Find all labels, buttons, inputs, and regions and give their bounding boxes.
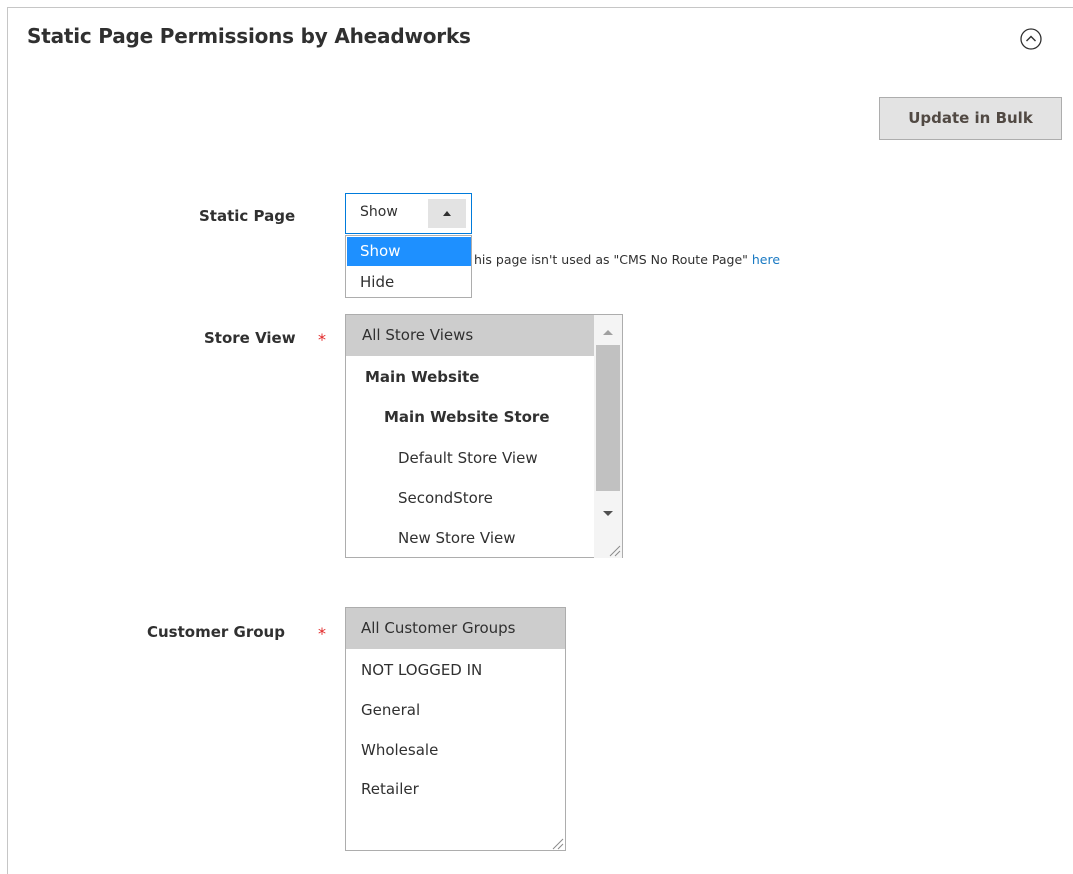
note-text: his page isn't used as "CMS No Route Pag… bbox=[474, 252, 752, 267]
resize-grip-icon[interactable] bbox=[550, 835, 564, 850]
store-view-required-mark: * bbox=[318, 330, 326, 349]
resize-grip-icon[interactable] bbox=[607, 542, 621, 557]
store-view-option[interactable]: Default Store View bbox=[398, 449, 538, 467]
note-link-here[interactable]: here bbox=[752, 252, 780, 267]
select-arrow[interactable] bbox=[428, 199, 466, 228]
static-page-select-value: Show bbox=[360, 204, 398, 220]
static-page-label: Static Page bbox=[199, 207, 296, 225]
customer-group-option[interactable]: NOT LOGGED IN bbox=[361, 661, 482, 679]
panel-border-left bbox=[7, 7, 8, 874]
customer-group-option[interactable]: All Customer Groups bbox=[361, 619, 515, 637]
static-page-select[interactable]: Show bbox=[345, 193, 472, 234]
store-view-multiselect[interactable]: All Store Views Main Website Main Websit… bbox=[345, 314, 623, 558]
static-page-note: his page isn't used as "CMS No Route Pag… bbox=[474, 252, 780, 267]
store-view-option[interactable]: Main Website bbox=[365, 368, 479, 386]
store-view-option[interactable]: New Store View bbox=[398, 529, 516, 547]
panel-border-top bbox=[7, 7, 1073, 8]
customer-group-option[interactable]: Wholesale bbox=[361, 741, 438, 759]
customer-group-required-mark: * bbox=[318, 624, 326, 643]
update-in-bulk-button[interactable]: Update in Bulk bbox=[879, 97, 1062, 140]
scroll-down-arrow-icon[interactable] bbox=[602, 503, 614, 522]
store-view-option[interactable]: All Store Views bbox=[362, 326, 473, 344]
dropdown-option-show[interactable]: Show bbox=[347, 237, 471, 266]
customer-group-option[interactable]: Retailer bbox=[361, 780, 419, 798]
static-page-permissions-panel: Static Page Permissions by Aheadworks Up… bbox=[0, 0, 1073, 874]
section-title: Static Page Permissions by Aheadworks bbox=[27, 24, 471, 48]
chevron-up-circle-icon[interactable] bbox=[1019, 27, 1043, 51]
dropdown-option-hide[interactable]: Hide bbox=[347, 268, 471, 296]
scroll-up-arrow-icon[interactable] bbox=[602, 321, 614, 340]
customer-group-option[interactable]: General bbox=[361, 701, 420, 719]
customer-group-multiselect[interactable]: All Customer Groups NOT LOGGED IN Genera… bbox=[345, 607, 566, 851]
store-view-label: Store View bbox=[204, 329, 296, 347]
triangle-up-icon bbox=[443, 211, 451, 216]
store-view-scroll-thumb[interactable] bbox=[596, 345, 620, 491]
store-view-option[interactable]: Main Website Store bbox=[384, 408, 550, 426]
static-page-dropdown: Show Hide bbox=[345, 235, 472, 298]
store-view-option[interactable]: SecondStore bbox=[398, 489, 493, 507]
customer-group-label: Customer Group bbox=[147, 623, 285, 641]
